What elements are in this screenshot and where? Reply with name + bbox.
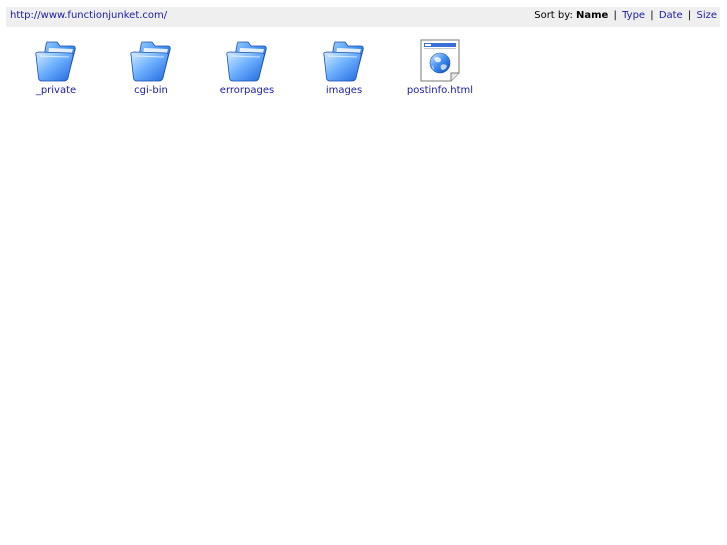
sort-name-option[interactable]: Name xyxy=(576,10,608,21)
folder-icon xyxy=(308,38,380,84)
sort-date-link[interactable]: Date xyxy=(659,10,683,21)
sort-size-link[interactable]: Size xyxy=(696,10,717,21)
sort-separator: | xyxy=(650,10,654,21)
item-label: postinfo.html xyxy=(406,85,474,96)
folder-icon xyxy=(211,38,283,84)
folder-item-cgi-bin[interactable]: cgi-bin xyxy=(115,38,187,96)
address-bar: http://www.functionjunket.com/ Sort by: … xyxy=(6,7,720,27)
sort-prefix: Sort by: xyxy=(534,10,573,21)
sort-separator: | xyxy=(687,10,692,21)
folder-item-images[interactable]: images xyxy=(308,38,380,96)
item-label: errorpages xyxy=(219,85,275,96)
item-label: cgi-bin xyxy=(134,85,168,96)
url-link[interactable]: http://www.functionjunket.com/ xyxy=(10,10,167,21)
folder-item-errorpages[interactable]: errorpages xyxy=(211,38,283,96)
sort-controls: Sort by: Name | Type | Date | Size xyxy=(534,10,717,21)
file-item-postinfo[interactable]: postinfo.html xyxy=(404,38,476,96)
sort-type-link[interactable]: Type xyxy=(622,10,645,21)
folder-icon xyxy=(20,38,92,84)
file-grid: _private cgi-bin errorpages images posti… xyxy=(20,38,520,108)
folder-icon xyxy=(115,38,187,84)
item-label: images xyxy=(325,85,363,96)
item-label: _private xyxy=(35,85,77,96)
html-file-icon xyxy=(404,38,476,84)
sort-separator: | xyxy=(613,10,617,21)
folder-item-private[interactable]: _private xyxy=(20,38,92,96)
